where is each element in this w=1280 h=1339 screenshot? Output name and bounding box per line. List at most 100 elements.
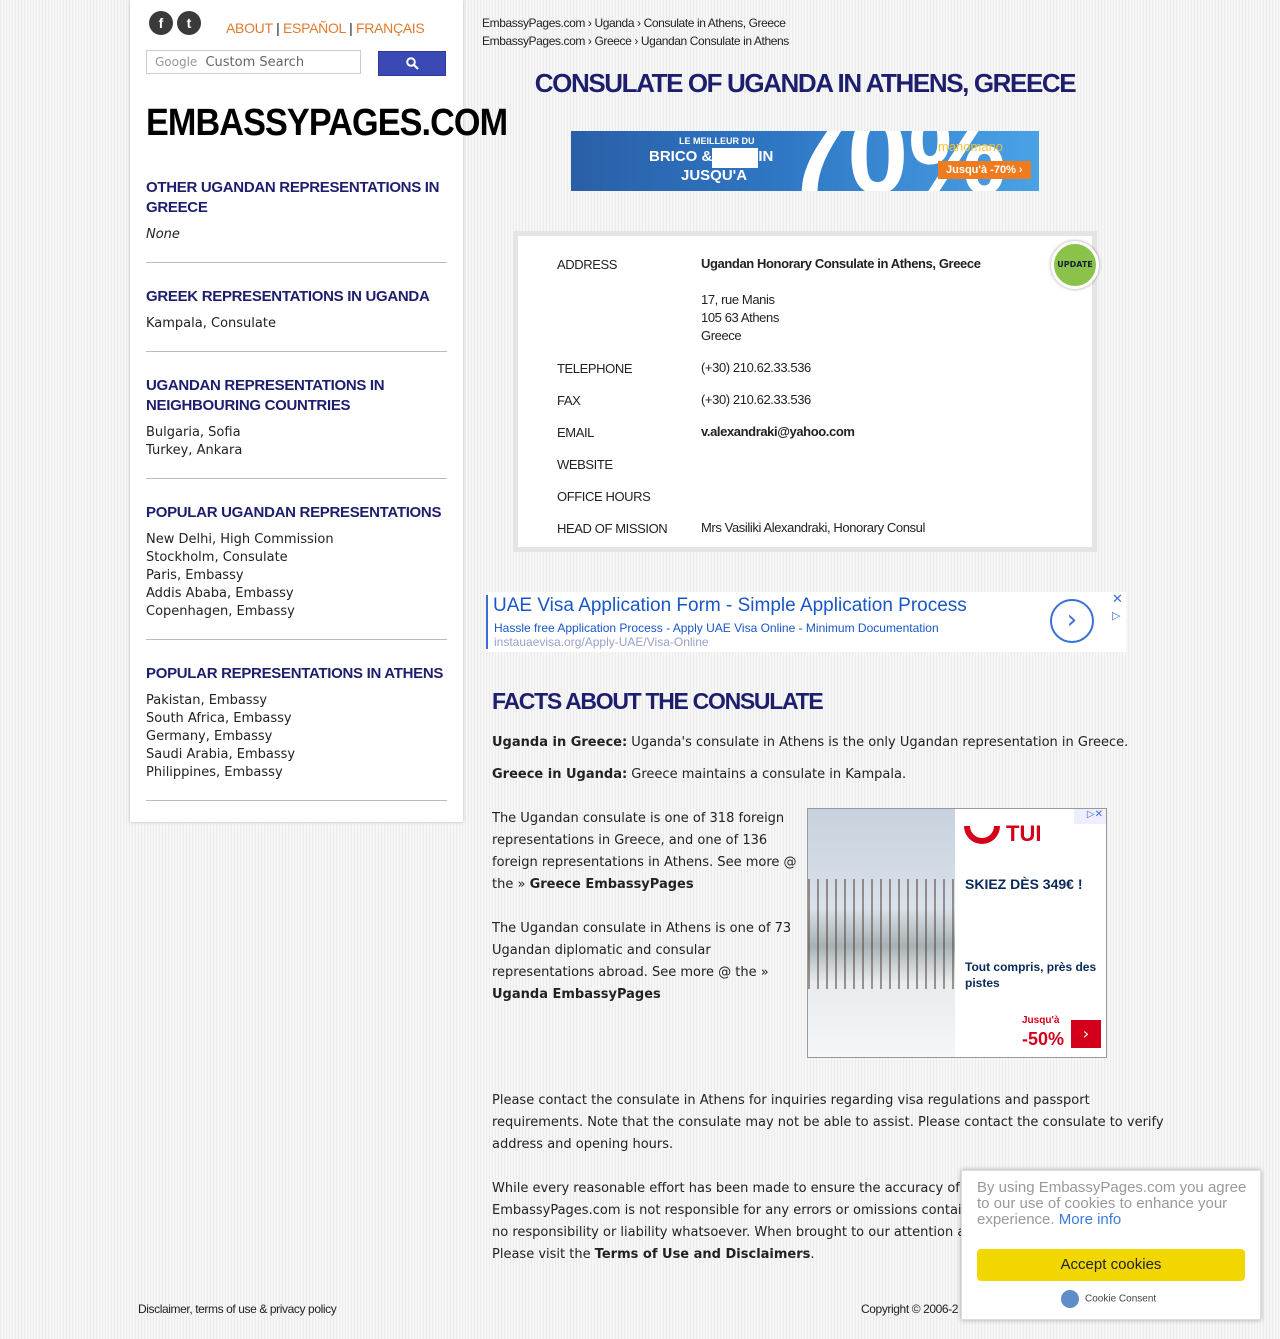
list-item[interactable]: Paris, Embassy <box>146 567 447 585</box>
ad-subtitle: Tout compris, près des pistes <box>965 960 1097 990</box>
google-logo: Google <box>155 55 198 69</box>
ad-url[interactable]: instauaevisa.org/Apply-UAE/Visa-Online <box>494 635 709 649</box>
section-title: OTHER UGANDAN REPRESENTATIONS IN GREECE <box>146 179 440 216</box>
ad-line: JUSQU'A <box>681 167 748 184</box>
list-item[interactable]: Addis Ababa, Embassy <box>146 585 447 603</box>
greece-embassypages-link[interactable]: Greece EmbassyPages <box>530 877 694 892</box>
fact-greece-in-uganda: Greece in Uganda: Greece maintains a con… <box>492 767 907 782</box>
facebook-icon[interactable]: f <box>149 11 173 35</box>
website-label: WEBSITE <box>557 457 613 472</box>
ad-brand: manomano <box>938 139 1004 154</box>
francais-link[interactable]: FRANÇAIS <box>356 20 425 36</box>
head-of-mission-value: Mrs Vasiliki Alexandraki, Honorary Consu… <box>701 520 925 535</box>
list-item[interactable]: Bulgaria, Sofia <box>146 424 447 442</box>
cookie-message: By using EmbassyPages.com you agree to o… <box>977 1179 1247 1228</box>
list-item[interactable]: South Africa, Embassy <box>146 710 447 728</box>
nav-separator: | <box>276 20 280 36</box>
update-button[interactable]: UPDATE <box>1051 241 1099 289</box>
sidebar-section: POPULAR REPRESENTATIONS IN ATHENS Pakist… <box>146 664 447 801</box>
list-item[interactable]: Philippines, Embassy <box>146 764 447 782</box>
list-item[interactable]: Stockholm, Consulate <box>146 549 447 567</box>
cookie-consent-brand[interactable]: Cookie Consent <box>1061 1290 1156 1308</box>
email-link[interactable]: v.alexandraki@yahoo.com <box>701 423 855 441</box>
fact-ugandan-representations: The Ugandan consulate in Athens is one o… <box>492 921 792 1002</box>
chevron-right-icon[interactable]: › <box>1050 599 1094 643</box>
ad-accent-bar <box>486 595 488 649</box>
breadcrumb-link[interactable]: EmbassyPages.com <box>482 16 585 30</box>
breadcrumb-link[interactable]: Greece <box>594 34 631 48</box>
divider <box>146 800 447 801</box>
terms-link[interactable]: Terms of Use and Disclaimers <box>595 1247 811 1262</box>
address-line: 17, rue Manis <box>701 292 775 307</box>
list-item: None <box>146 227 180 242</box>
twitter-icon[interactable]: t <box>177 11 201 35</box>
list-item[interactable]: Turkey, Ankara <box>146 442 447 460</box>
display-ad[interactable]: TUI SKIEZ DÈS 349€ ! Tout compris, près … <box>807 808 1107 1058</box>
ad-discount: -50% <box>1022 1029 1065 1049</box>
footer-disclaimer-link[interactable]: Disclaimer, terms of use & privacy polic… <box>138 1302 337 1316</box>
banner-ad[interactable]: 70% LE MEILLEUR DU BRICO &IN JUSQU'A man… <box>571 131 1039 191</box>
disclaimer-note: While every reasonable effort has been m… <box>492 1181 986 1262</box>
address-line: 105 63 Athens <box>701 310 779 325</box>
breadcrumb-link[interactable]: Uganda <box>594 16 634 30</box>
close-icon[interactable]: ✕ <box>1112 592 1123 607</box>
address-line: Greece <box>701 328 742 343</box>
list-item[interactable]: New Delhi, High Commission <box>146 531 447 549</box>
sidebar-section: UGANDAN REPRESENTATIONS IN NEIGHBOURING … <box>146 376 447 479</box>
breadcrumb: EmbassyPages.com › Greece › Ugandan Cons… <box>482 34 789 48</box>
address-label: ADDRESS <box>557 257 618 272</box>
search-placeholder: Custom Search <box>205 55 305 70</box>
footer-copyright: Copyright © 2006-2 <box>861 1302 959 1316</box>
fact-foreign-representations: The Ugandan consulate is one of 318 fore… <box>492 811 797 892</box>
ad-description[interactable]: Hassle free Application Process - Apply … <box>494 621 939 635</box>
section-title: GREEK REPRESENTATIONS IN UGANDA <box>146 288 430 305</box>
breadcrumb: EmbassyPages.com › Uganda › Consulate in… <box>482 16 786 30</box>
site-title[interactable]: EMBASSYPAGES.COM <box>146 102 508 145</box>
contact-card: UPDATE ADDRESS Ugandan Honorary Consulat… <box>513 231 1099 552</box>
breadcrumb-current: Consulate in Athens, Greece <box>643 16 786 30</box>
search-input[interactable]: Google Custom Search <box>146 50 361 74</box>
cookie-banner: By using EmbassyPages.com you agree to o… <box>961 1170 1261 1320</box>
ad-headline[interactable]: UAE Visa Application Form - Simple Appli… <box>493 595 967 617</box>
fact-uganda-in-greece: Uganda in Greece: Uganda's consulate in … <box>492 735 1129 750</box>
telephone-value[interactable]: (+30) 210.62.33.536 <box>701 359 811 377</box>
address-title: Ugandan Honorary Consulate in Athens, Gr… <box>701 256 981 271</box>
fax-label: FAX <box>557 393 581 408</box>
breadcrumb-sep: › <box>634 34 638 48</box>
breadcrumb-sep: › <box>637 16 641 30</box>
office-hours-label: OFFICE HOURS <box>557 489 651 504</box>
sidebar: f t ABOUT | ESPAÑOL | FRANÇAIS Google Cu… <box>130 0 508 822</box>
accept-cookies-button[interactable]: Accept cookies <box>977 1249 1245 1281</box>
language-nav: ABOUT | ESPAÑOL | FRANÇAIS <box>226 20 425 36</box>
divider <box>146 351 447 352</box>
divider <box>146 262 447 263</box>
search-button[interactable] <box>378 51 446 76</box>
ad-cta[interactable]: Jusqu'à -70% › <box>938 161 1031 179</box>
list-item[interactable]: Germany, Embassy <box>146 728 447 746</box>
breadcrumb-sep: › <box>587 16 592 30</box>
sidebar-section: OTHER UGANDAN REPRESENTATIONS IN GREECE … <box>146 178 447 263</box>
section-title: UGANDAN REPRESENTATIONS IN NEIGHBOURING … <box>146 377 385 414</box>
chevron-right-icon[interactable]: › <box>1071 1020 1101 1048</box>
text-ad[interactable]: UAE Visa Application Form - Simple Appli… <box>486 592 1126 652</box>
tui-logo: TUI <box>964 821 1041 847</box>
ad-close-icon[interactable]: ▷✕ <box>1074 809 1106 824</box>
breadcrumb-link[interactable]: EmbassyPages.com <box>482 34 585 48</box>
sidebar-section: POPULAR UGANDAN REPRESENTATIONS New Delh… <box>146 503 447 640</box>
list-item[interactable]: Copenhagen, Embassy <box>146 603 447 621</box>
list-item[interactable]: Saudi Arabia, Embassy <box>146 746 447 764</box>
uganda-embassypages-link[interactable]: Uganda EmbassyPages <box>492 987 661 1002</box>
section-title: POPULAR REPRESENTATIONS IN ATHENS <box>146 665 444 682</box>
ad-photo-trees <box>808 879 955 989</box>
espanol-link[interactable]: ESPAÑOL <box>283 20 346 36</box>
nav-separator: | <box>349 20 353 36</box>
list-item[interactable]: Kampala, Consulate <box>146 315 447 333</box>
about-link[interactable]: ABOUT <box>226 20 273 36</box>
ad-headline: SKIEZ DÈS 349€ ! <box>965 876 1083 892</box>
section-title: POPULAR UGANDAN REPRESENTATIONS <box>146 504 442 521</box>
divider <box>146 478 447 479</box>
ad-photo <box>808 809 955 1057</box>
more-info-link[interactable]: More info <box>1059 1211 1122 1228</box>
list-item[interactable]: Pakistan, Embassy <box>146 692 447 710</box>
adchoices-icon[interactable]: ▷ <box>1112 609 1120 622</box>
